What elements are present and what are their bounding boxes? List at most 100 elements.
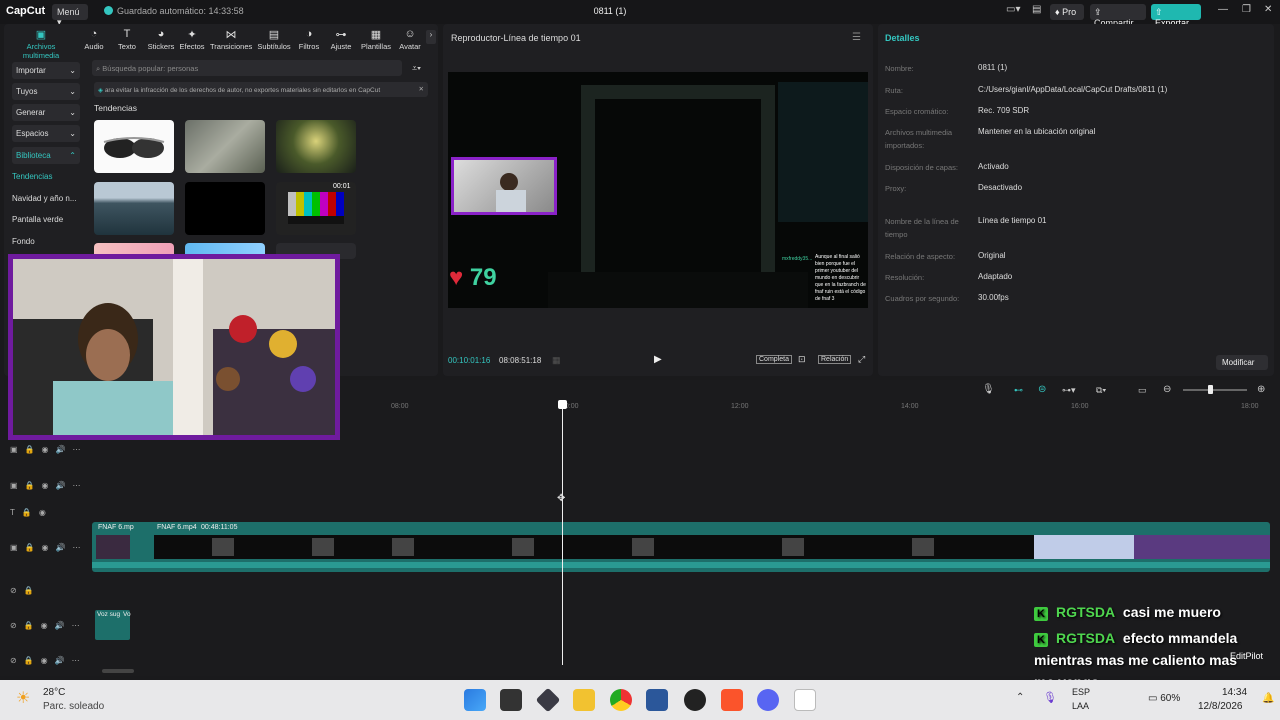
library-thumb-black[interactable] <box>185 182 265 235</box>
close-icon: ✕ <box>418 86 424 93</box>
maximize-icon[interactable]: ❐ <box>1242 4 1251 15</box>
full-quality-button[interactable]: Completa <box>756 355 792 364</box>
zoom-out-icon[interactable]: ⊖ <box>1163 384 1171 395</box>
clock-date[interactable]: 12/8/2026 <box>1198 701 1243 712</box>
sidebar-item-tendencias[interactable]: Tendencias <box>12 172 52 181</box>
link-icon[interactable]: ⊷ <box>1014 385 1023 396</box>
tab-avatar[interactable]: ☺ Avatar <box>394 28 426 51</box>
toolbar-scroll-right[interactable]: › <box>426 30 436 44</box>
share-button[interactable]: ⇪ Compartir <box>1090 4 1146 28</box>
sidebar-item-fondo[interactable]: Fondo <box>12 237 35 246</box>
editpilot-label[interactable]: EditPilot <box>1230 651 1263 661</box>
tab-template[interactable]: ▦ Plantillas <box>360 28 392 51</box>
weather-temp[interactable]: 28°C <box>43 687 65 698</box>
audio-clip-label: Vo <box>123 611 131 618</box>
taskbar <box>0 680 1280 720</box>
chain-icon[interactable]: ⊶▾ <box>1062 385 1076 396</box>
sidebar-biblioteca[interactable]: Biblioteca ⌃ <box>12 147 80 164</box>
detail-value: Desactivado <box>978 183 1023 192</box>
clip-duration: 00:48:11:05 <box>201 524 238 531</box>
timeline-scrollbar[interactable] <box>102 669 134 673</box>
audio-track-controls[interactable]: ⊘🔒 <box>10 586 41 595</box>
player-menu-icon[interactable]: ☰ <box>852 32 861 43</box>
lang-indicator[interactable]: ESP <box>1072 687 1090 697</box>
brave-icon[interactable] <box>721 689 743 711</box>
playhead[interactable] <box>562 400 563 665</box>
play-button[interactable]: ▶ <box>654 354 662 365</box>
tab-media[interactable]: ▣ Archivos multimedia <box>8 28 74 60</box>
preview-icon[interactable]: ▭ <box>1138 385 1147 396</box>
lang-indicator[interactable]: LAA <box>1072 701 1089 711</box>
tab-subtitle[interactable]: ▤ Subtítulos <box>256 28 292 51</box>
discord-icon[interactable] <box>757 689 779 711</box>
tray-chevron-icon[interactable]: ⌃ <box>1016 692 1024 703</box>
waveform-icon[interactable]: ▦ <box>552 355 561 366</box>
sidebar-tuyos[interactable]: Tuyos ⌄ <box>12 83 80 100</box>
sidebar-importar[interactable]: Importar ⌄ <box>12 62 80 79</box>
clock-time[interactable]: 14:34 <box>1222 687 1247 698</box>
file-explorer-icon[interactable] <box>573 689 595 711</box>
minimize-icon[interactable]: — <box>1218 4 1228 15</box>
template-icon: ▦ <box>370 29 382 41</box>
word-icon[interactable] <box>646 689 668 711</box>
tab-label: Avatar <box>399 42 421 51</box>
notification-icon[interactable]: 🔔 <box>1262 693 1274 704</box>
magnet-icon[interactable]: ⊜ <box>1038 384 1046 395</box>
tab-label: Stickers <box>147 42 175 51</box>
main-video-clip[interactable] <box>92 522 1270 572</box>
library-thumb-sea[interactable] <box>94 182 174 235</box>
main-track-controls[interactable]: ▣🔒◉🔊⋯ <box>10 543 87 552</box>
modify-button[interactable]: Modificar <box>1216 355 1268 370</box>
shortcuts-icon[interactable]: ▤ <box>1032 4 1041 15</box>
webcam-overlay <box>8 254 340 440</box>
menu-button[interactable]: Menú ▾ <box>52 4 88 27</box>
export-button[interactable]: ⇧ Exportar <box>1151 4 1201 28</box>
layout-icon[interactable]: ▭▾ <box>1006 4 1020 15</box>
tab-filter[interactable]: ◑ Filtros <box>297 28 321 51</box>
crop-icon[interactable]: ⊡ <box>798 354 806 365</box>
weather-icon[interactable]: ☀ <box>16 688 30 708</box>
search-input[interactable]: ⌕ Búsqueda popular: personas <box>92 60 402 76</box>
subtitle-icon: ▤ <box>268 29 280 41</box>
sidebar-item-navidad[interactable]: Navidad y año n... <box>12 194 76 203</box>
split-icon[interactable]: ⧉▾ <box>1096 385 1106 396</box>
mic-tray-icon[interactable]: 🎙 <box>1043 691 1057 704</box>
tab-label: Subtítulos <box>257 42 291 51</box>
sidebar-generar[interactable]: Generar ⌄ <box>12 104 80 121</box>
track-controls[interactable]: ▣🔒◉🔊⋯ <box>10 445 87 454</box>
close-icon[interactable]: ✕ <box>1264 4 1272 15</box>
library-thumb-sunglasses[interactable] <box>94 120 174 173</box>
playhead-handle[interactable] <box>558 400 567 409</box>
ratio-button[interactable]: Relación <box>818 355 852 364</box>
tab-audio[interactable]: ◔ Audio <box>82 28 106 51</box>
chrome-icon[interactable] <box>610 689 632 711</box>
weather-desc[interactable]: Parc. soleado <box>43 701 104 712</box>
tab-text[interactable]: T Texto <box>116 28 138 51</box>
audio-track-controls[interactable]: ⊘🔒◉🔊⋯ <box>10 656 87 665</box>
zoom-in-icon[interactable]: ⊕ <box>1257 384 1265 395</box>
zoom-handle[interactable] <box>1208 385 1213 394</box>
audio-track-controls[interactable]: ⊘🔒◉🔊⋯ <box>10 621 87 630</box>
text-track-controls[interactable]: T🔒◉ <box>10 508 53 517</box>
pro-button[interactable]: ♦ Pro <box>1050 4 1084 20</box>
library-thumb-rocks[interactable] <box>185 120 265 173</box>
zoom-slider[interactable] <box>1183 389 1247 391</box>
battery-indicator[interactable]: ▭ 60% <box>1148 693 1180 704</box>
capcut-icon[interactable] <box>794 689 816 711</box>
tab-sticker[interactable]: ◕ Stickers <box>146 28 176 51</box>
task-view-icon[interactable] <box>500 689 522 711</box>
fullscreen-icon[interactable]: ⤢ <box>858 354 865 365</box>
tab-effects[interactable]: ✦ Efectos <box>178 28 206 51</box>
mic-icon[interactable]: 🎙 <box>982 384 995 395</box>
sidebar-espacios[interactable]: Espacios ⌄ <box>12 125 80 142</box>
sidebar-item-pantalla-verde[interactable]: Pantalla verde <box>12 215 63 224</box>
tab-transition[interactable]: ⋈ Transiciones <box>210 28 252 51</box>
start-icon[interactable] <box>464 689 486 711</box>
obs-icon[interactable] <box>684 689 706 711</box>
detail-value: Original <box>978 251 1006 260</box>
filter-icon[interactable]: ⩡▾ <box>412 63 421 74</box>
tab-label: Audio <box>84 42 104 51</box>
track-controls[interactable]: ▣🔒◉🔊⋯ <box>10 481 87 490</box>
library-thumb-tree[interactable] <box>276 120 356 173</box>
tab-adjust[interactable]: ⊶ Ajuste <box>329 28 353 51</box>
